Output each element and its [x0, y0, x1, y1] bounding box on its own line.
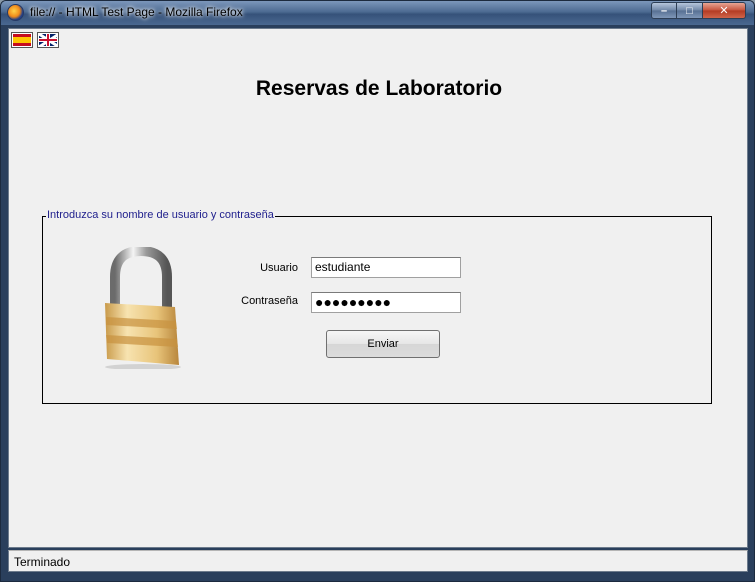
username-label: Usuario [260, 262, 298, 274]
page-content: Reservas de Laboratorio Introduzca su no… [8, 28, 748, 548]
window-title: file:// - HTML Test Page - Mozilla Firef… [30, 5, 243, 19]
title-bar[interactable]: file:// - HTML Test Page - Mozilla Firef… [1, 1, 754, 25]
password-label: Contraseña [241, 295, 298, 307]
login-legend: Introduzca su nombre de usuario y contra… [46, 209, 275, 221]
status-bar: Terminado [8, 550, 748, 572]
padlock-icon [105, 247, 181, 369]
login-fieldset: Introduzca su nombre de usuario y contra… [42, 209, 712, 404]
password-input[interactable]: ●●●●●●●●● [311, 292, 461, 313]
window-controls: – □ ✕ [651, 2, 746, 19]
uk-flag-icon[interactable] [37, 32, 59, 48]
status-text: Terminado [14, 555, 71, 569]
browser-window: file:// - HTML Test Page - Mozilla Firef… [0, 0, 755, 582]
submit-button[interactable]: Enviar [326, 330, 440, 358]
firefox-icon [7, 4, 24, 21]
close-button[interactable]: ✕ [703, 2, 746, 19]
page-title: Reservas de Laboratorio [255, 77, 503, 100]
maximize-button[interactable]: □ [677, 2, 703, 19]
spanish-flag-icon[interactable] [11, 32, 33, 48]
username-input[interactable]: estudiante [311, 257, 461, 278]
minimize-button[interactable]: – [651, 2, 677, 19]
